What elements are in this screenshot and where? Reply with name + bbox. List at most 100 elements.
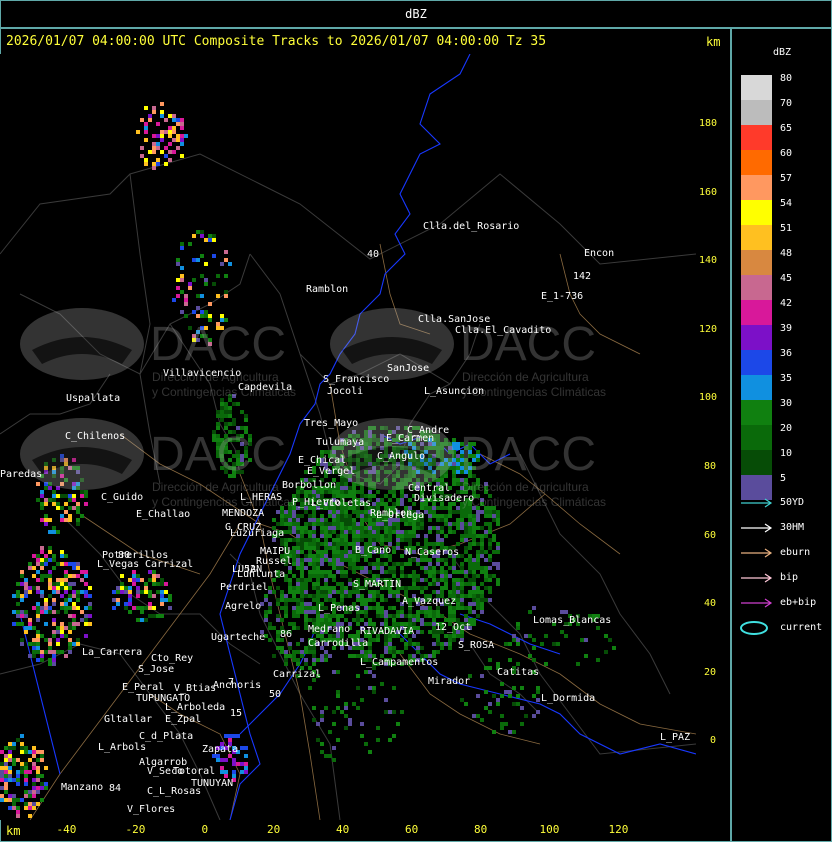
echo-pixel (344, 538, 348, 542)
echo-pixel (452, 478, 456, 482)
echo-pixel (116, 586, 120, 590)
legend-level-label: 5 (780, 473, 787, 484)
echo-pixel (156, 142, 160, 146)
echo-pixel (380, 682, 384, 686)
echo-pixel (488, 710, 492, 714)
echo-pixel (516, 626, 520, 630)
echo-pixel (436, 638, 440, 642)
echo-pixel (76, 518, 80, 522)
echo-pixel (416, 630, 420, 634)
echo-pixel (224, 406, 228, 410)
echo-pixel (484, 586, 488, 590)
echo-pixel (28, 806, 32, 810)
echo-pixel (480, 570, 484, 574)
echo-pixel (420, 522, 424, 526)
echo-pixel (284, 610, 288, 614)
echo-pixel (360, 522, 364, 526)
echo-pixel (328, 594, 332, 598)
echo-pixel (12, 742, 16, 746)
echo-pixel (472, 598, 476, 602)
echo-pixel (320, 574, 324, 578)
echo-pixel (452, 562, 456, 566)
echo-pixel (180, 142, 184, 146)
echo-pixel (376, 574, 380, 578)
echo-pixel (264, 610, 268, 614)
echo-pixel (340, 710, 344, 714)
echo-pixel (368, 570, 372, 574)
echo-pixel (340, 538, 344, 542)
echo-pixel (452, 638, 456, 642)
radar-map[interactable]: DACCDirección de Agriculturay Contingenc… (0, 54, 696, 820)
echo-pixel (284, 510, 288, 514)
echo-pixel (344, 586, 348, 590)
echo-pixel (64, 494, 68, 498)
echo-pixel (456, 510, 460, 514)
echo-pixel (480, 546, 484, 550)
echo-pixel (168, 606, 172, 610)
echo-pixel (408, 618, 412, 622)
echo-pixel (508, 658, 512, 662)
echo-pixel (52, 586, 56, 590)
echo-pixel (460, 510, 464, 514)
echo-pixel (368, 642, 372, 646)
echo-pixel (376, 602, 380, 606)
echo-pixel (136, 130, 140, 134)
echo-pixel (24, 746, 28, 750)
echo-pixel (56, 638, 60, 642)
echo-pixel (20, 766, 24, 770)
echo-pixel (156, 162, 160, 166)
echo-pixel (296, 626, 300, 630)
echo-pixel (196, 294, 200, 298)
echo-pixel (60, 602, 64, 606)
echo-pixel (232, 762, 236, 766)
echo-pixel (172, 114, 176, 118)
echo-pixel (36, 578, 40, 582)
echo-pixel (164, 146, 168, 150)
echo-pixel (420, 590, 424, 594)
echo-pixel (52, 554, 56, 558)
echo-pixel (304, 658, 308, 662)
echo-pixel (296, 566, 300, 570)
echo-pixel (508, 642, 512, 646)
echo-pixel (144, 582, 148, 586)
echo-pixel (336, 590, 340, 594)
echo-pixel (320, 534, 324, 538)
echo-pixel (320, 558, 324, 562)
echo-pixel (52, 526, 56, 530)
echo-pixel (300, 562, 304, 566)
y-tick-label: 40 (704, 598, 717, 610)
echo-pixel (164, 130, 168, 134)
echo-pixel (280, 646, 284, 650)
echo-pixel (396, 530, 400, 534)
echo-pixel (488, 510, 492, 514)
echo-pixel (168, 130, 172, 134)
echo-pixel (160, 102, 164, 106)
echo-pixel (472, 590, 476, 594)
echo-pixel (312, 574, 316, 578)
echo-pixel (8, 778, 12, 782)
echo-pixel (168, 158, 172, 162)
echo-pixel (400, 498, 404, 502)
echo-pixel (140, 146, 144, 150)
echo-pixel (180, 118, 184, 122)
echo-pixel (52, 494, 56, 498)
echo-pixel (232, 770, 236, 774)
echo-pixel (296, 610, 300, 614)
echo-pixel (84, 590, 88, 594)
place-label: MENDOZA (222, 508, 264, 519)
current-ellipse-icon (740, 621, 768, 635)
echo-pixel (152, 162, 156, 166)
echo-pixel (84, 494, 88, 498)
echo-pixel (408, 562, 412, 566)
echo-pixel (160, 578, 164, 582)
echo-pixel (324, 450, 328, 454)
echo-pixel (292, 654, 296, 658)
echo-pixel (304, 530, 308, 534)
echo-pixel (364, 606, 368, 610)
echo-pixel (56, 530, 60, 534)
echo-pixel (36, 602, 40, 606)
track-label: bip (780, 572, 799, 583)
echo-pixel (80, 570, 84, 574)
echo-pixel (476, 534, 480, 538)
echo-pixel (312, 618, 316, 622)
